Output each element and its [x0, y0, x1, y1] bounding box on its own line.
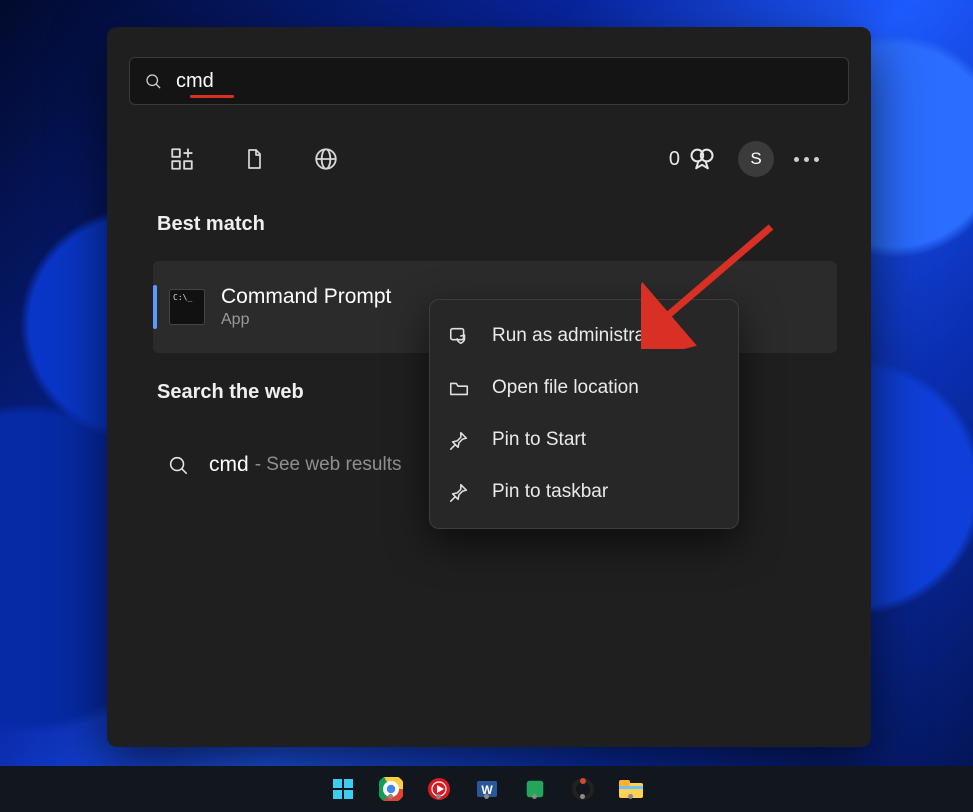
start-search-panel: 0 S Best match Command Prompt App Search… — [107, 27, 871, 747]
more-options-icon[interactable] — [794, 157, 819, 162]
shield-window-icon — [448, 325, 470, 347]
search-box[interactable] — [129, 57, 849, 105]
filter-row: 0 S — [159, 127, 819, 191]
taskbar-youtube-music-icon[interactable] — [425, 775, 453, 803]
folder-icon — [448, 377, 470, 399]
filter-web-icon[interactable] — [303, 136, 349, 182]
ctx-run-as-admin[interactable]: Run as administrator — [434, 310, 734, 362]
search-input[interactable] — [174, 57, 848, 105]
filter-apps-icon[interactable] — [159, 136, 205, 182]
taskbar-app-ring-icon[interactable] — [569, 775, 597, 803]
context-menu: Run as administrator Open file location … — [429, 299, 739, 529]
cmd-app-icon — [169, 289, 205, 325]
taskbar-chrome-icon[interactable] — [377, 775, 405, 803]
group-title-best-match: Best match — [157, 213, 265, 236]
taskbar-app-green-icon[interactable] — [521, 775, 549, 803]
taskbar-word-icon[interactable]: W — [473, 775, 501, 803]
taskbar: W — [0, 766, 973, 812]
result-title: Command Prompt — [221, 285, 391, 309]
user-avatar[interactable]: S — [738, 141, 774, 177]
result-subtitle: App — [221, 311, 391, 329]
medal-icon — [688, 145, 716, 173]
start-button[interactable] — [329, 775, 357, 803]
filter-documents-icon[interactable] — [231, 136, 277, 182]
ctx-open-file-location[interactable]: Open file location — [434, 362, 734, 414]
web-query: cmd — [209, 453, 249, 477]
pin-icon — [448, 429, 470, 451]
pin-icon — [448, 481, 470, 503]
web-desc: - See web results — [255, 454, 402, 476]
search-icon — [144, 72, 162, 90]
annotation-underline — [190, 95, 234, 98]
rewards-badge[interactable]: 0 — [669, 145, 716, 173]
svg-text:W: W — [481, 783, 493, 797]
search-icon — [167, 454, 189, 476]
group-title-search-web: Search the web — [157, 381, 304, 404]
rewards-points: 0 — [669, 148, 680, 171]
ctx-pin-start[interactable]: Pin to Start — [434, 414, 734, 466]
ctx-pin-taskbar[interactable]: Pin to taskbar — [434, 466, 734, 518]
taskbar-explorer-icon[interactable] — [617, 775, 645, 803]
